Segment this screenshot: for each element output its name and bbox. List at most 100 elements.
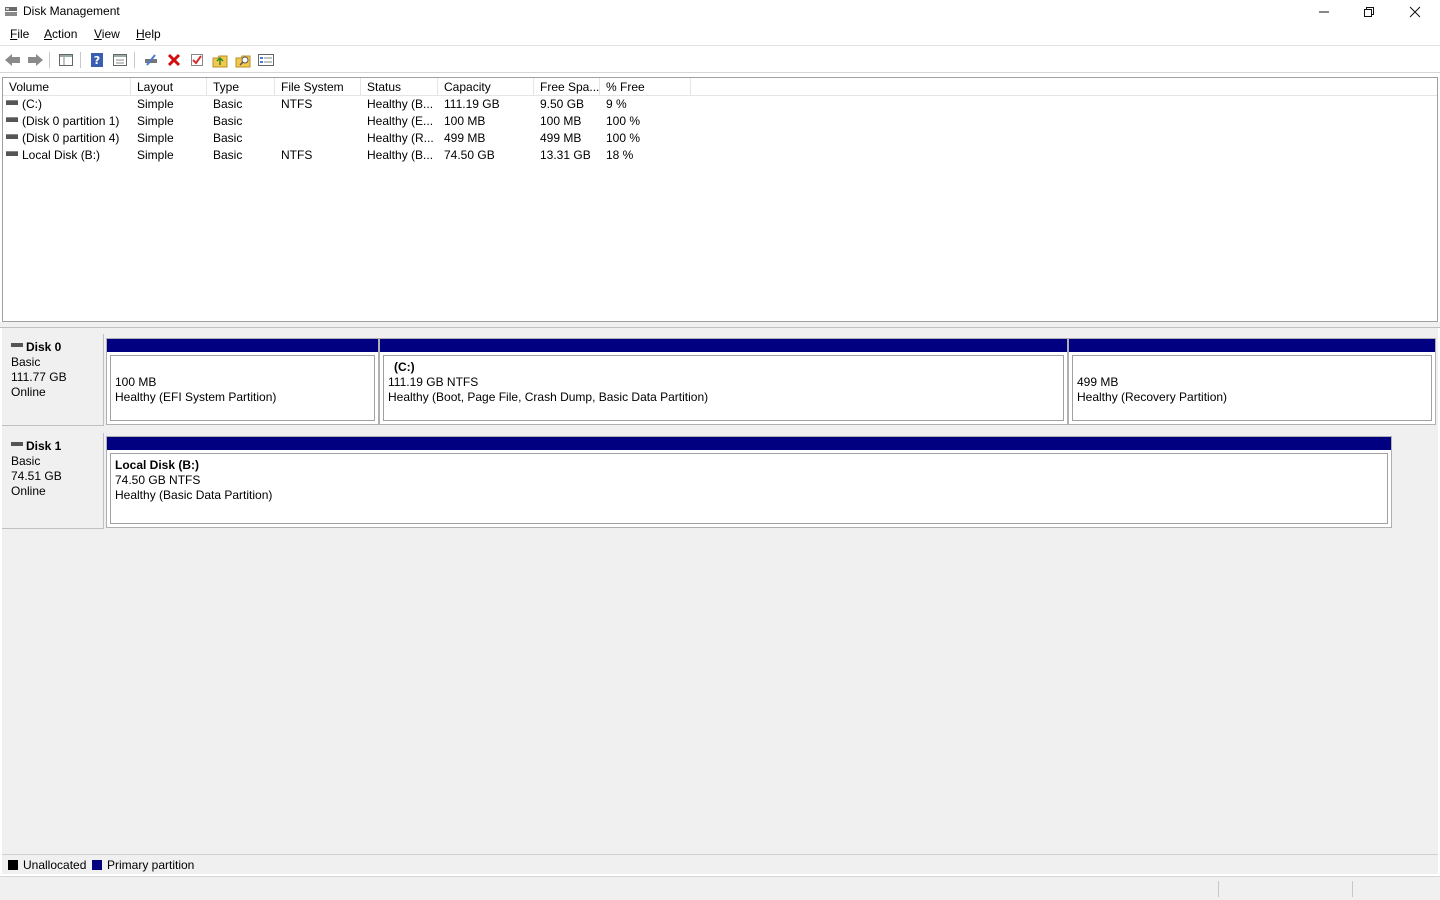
legend-primary-partition-label: Primary partition — [107, 858, 195, 872]
disk-1-label[interactable]: Disk 1 Basic 74.51 GB Online — [2, 433, 104, 529]
settings-list-button[interactable] — [256, 50, 276, 70]
column-header-file-system[interactable]: File System — [275, 78, 361, 96]
menu-help-accel: H — [136, 27, 145, 41]
menu-action-accel: A — [44, 27, 53, 41]
show-hide-console-tree-icon — [59, 54, 73, 66]
layout-cell: Simple — [137, 131, 174, 145]
menu-help[interactable]: Help — [136, 27, 161, 41]
rescan-icon — [212, 55, 228, 68]
partition-status: Healthy (Basic Data Partition) — [115, 488, 273, 502]
column-header-status[interactable]: Status — [361, 78, 438, 96]
svg-text:?: ? — [94, 54, 100, 67]
menu-action[interactable]: Action — [44, 27, 77, 41]
search-button[interactable] — [233, 50, 253, 70]
partition-status: Healthy (Boot, Page File, Crash Dump, Ba… — [388, 390, 709, 404]
partition-size: 499 MB — [1077, 375, 1119, 389]
connect-virtual-disk-icon — [145, 54, 157, 66]
status-cell: Healthy (B... — [367, 148, 434, 162]
partition-local-disk-b[interactable]: Local Disk (B:) 74.50 GB NTFS Healthy (B… — [106, 436, 1392, 528]
properties-button[interactable] — [110, 50, 130, 70]
forward-button[interactable] — [25, 50, 45, 70]
close-button[interactable] — [1392, 0, 1438, 24]
partition-details: (C:) 111.19 GB NTFS Healthy (Boot, Page … — [383, 355, 1064, 421]
toolbar: ? — [0, 45, 1440, 73]
partition-legend: Unallocated Primary partition — [2, 854, 1438, 874]
volume-list[interactable]: Volume Layout Type File System Status Ca… — [2, 77, 1438, 322]
show-hide-console-tree-button[interactable] — [56, 50, 76, 70]
file-system-cell: NTFS — [281, 148, 313, 162]
disk-graphical-view: Disk 0 Basic 111.77 GB Online 100 MB Hea… — [2, 328, 1438, 854]
volume-row[interactable]: Local Disk (B:) Simple Basic NTFS Health… — [3, 147, 1437, 164]
layout-cell: Simple — [137, 114, 174, 128]
disk-state: Online — [11, 484, 46, 498]
status-cell: Healthy (R... — [367, 131, 434, 145]
status-bar-separator — [1218, 881, 1219, 897]
volume-name: (Disk 0 partition 4) — [22, 131, 120, 145]
unallocated-swatch — [8, 860, 18, 870]
column-header-layout[interactable]: Layout — [131, 78, 207, 96]
volume-name: Local Disk (B:) — [22, 148, 101, 162]
primary-partition-bar — [380, 339, 1067, 352]
volume-name: (C:) — [22, 97, 42, 111]
column-header-capacity[interactable]: Capacity — [438, 78, 534, 96]
minimize-icon — [1319, 11, 1329, 13]
layout-cell: Simple — [137, 148, 174, 162]
settings-list-icon — [258, 54, 274, 66]
partition-title: Local Disk (B:) — [115, 458, 200, 472]
close-icon — [1409, 6, 1421, 18]
partition-recovery[interactable]: 499 MB Healthy (Recovery Partition) — [1068, 338, 1436, 425]
column-header-percent-free[interactable]: % Free — [600, 78, 691, 96]
title-bar: Disk Management — [0, 0, 1440, 24]
partition-c[interactable]: (C:) 111.19 GB NTFS Healthy (Boot, Page … — [379, 338, 1068, 425]
search-icon — [235, 55, 251, 68]
percent-free-cell: 100 % — [606, 114, 641, 128]
menu-view-rest: iew — [101, 27, 120, 41]
window-title: Disk Management — [23, 4, 120, 18]
connect-virtual-disk-button[interactable] — [141, 50, 161, 70]
disk-size: 74.51 GB — [11, 469, 62, 483]
file-system-cell: NTFS — [281, 97, 313, 111]
volume-icon — [6, 151, 18, 157]
restore-icon — [1364, 7, 1374, 17]
volume-row[interactable]: (Disk 0 partition 4) Simple Basic Health… — [3, 130, 1437, 147]
volume-cell: (C:) — [6, 96, 131, 113]
toolbar-separator — [80, 52, 81, 68]
legend-unallocated-label: Unallocated — [23, 858, 87, 872]
volume-icon — [6, 134, 18, 140]
percent-free-cell: 100 % — [606, 131, 641, 145]
rescan-button[interactable] — [210, 50, 230, 70]
disk-icon — [11, 442, 23, 446]
delete-button[interactable] — [164, 50, 184, 70]
menu-view-accel: V — [94, 27, 102, 41]
volume-cell: (Disk 0 partition 1) — [6, 113, 131, 130]
volume-row[interactable]: (C:) Simple Basic NTFS Healthy (B... 111… — [3, 96, 1437, 113]
partition-title — [1077, 360, 1431, 375]
free-space-cell: 499 MB — [540, 131, 582, 145]
back-button[interactable] — [3, 50, 23, 70]
help-button[interactable]: ? — [87, 50, 107, 70]
properties-icon — [113, 54, 127, 66]
help-icon: ? — [91, 53, 103, 67]
disk-0-label[interactable]: Disk 0 Basic 111.77 GB Online — [2, 334, 104, 426]
disk-name: Disk 0 — [26, 340, 62, 354]
menu-view[interactable]: View — [94, 27, 120, 41]
partition-status: Healthy (EFI System Partition) — [115, 390, 277, 404]
column-header-free-space[interactable]: Free Spa... — [534, 78, 600, 96]
volume-row[interactable]: (Disk 0 partition 1) Simple Basic Health… — [3, 113, 1437, 130]
check-button[interactable] — [187, 50, 207, 70]
primary-partition-bar — [107, 339, 378, 352]
minimize-button[interactable] — [1301, 0, 1347, 24]
delete-icon — [167, 53, 181, 67]
partition-size: 111.19 GB NTFS — [388, 375, 479, 389]
column-header-volume[interactable]: Volume — [3, 78, 131, 96]
menu-file[interactable]: File — [10, 27, 29, 41]
type-cell: Basic — [213, 148, 243, 162]
primary-partition-bar — [107, 437, 1391, 450]
partition-title — [115, 360, 374, 375]
primary-partition-swatch — [92, 860, 102, 870]
column-header-type[interactable]: Type — [207, 78, 275, 96]
restore-button[interactable] — [1346, 0, 1392, 24]
percent-free-cell: 18 % — [606, 148, 634, 162]
status-bar-separator — [1352, 881, 1353, 897]
partition-efi[interactable]: 100 MB Healthy (EFI System Partition) — [106, 338, 379, 425]
